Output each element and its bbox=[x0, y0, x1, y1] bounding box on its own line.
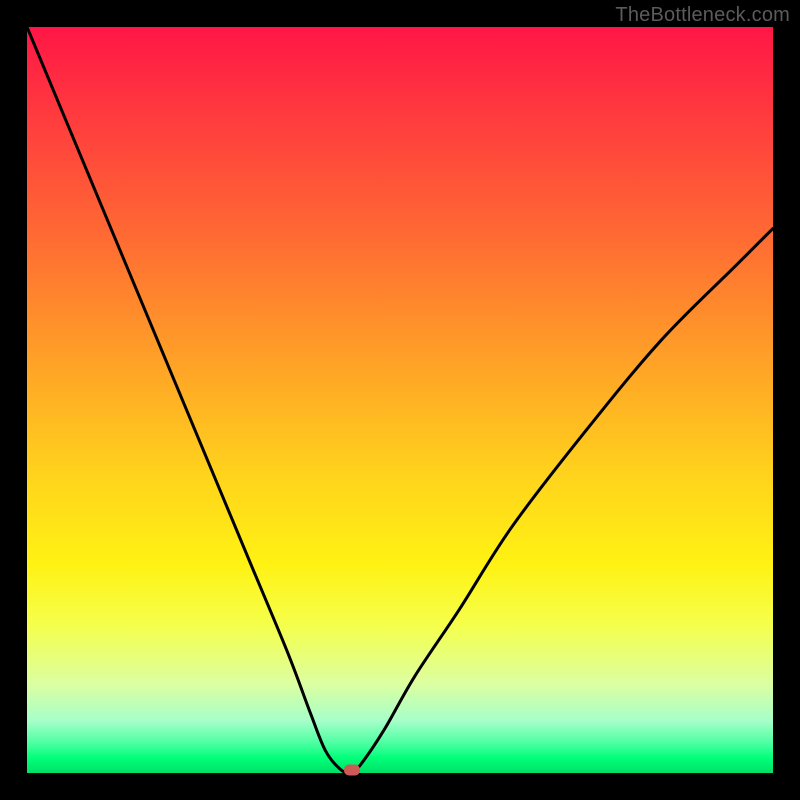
chart-frame: TheBottleneck.com bbox=[0, 0, 800, 800]
optimal-point-marker bbox=[344, 765, 360, 776]
watermark-text: TheBottleneck.com bbox=[615, 4, 790, 27]
bottleneck-curve bbox=[27, 27, 773, 773]
curve-svg bbox=[27, 27, 773, 773]
plot-area bbox=[27, 27, 773, 773]
